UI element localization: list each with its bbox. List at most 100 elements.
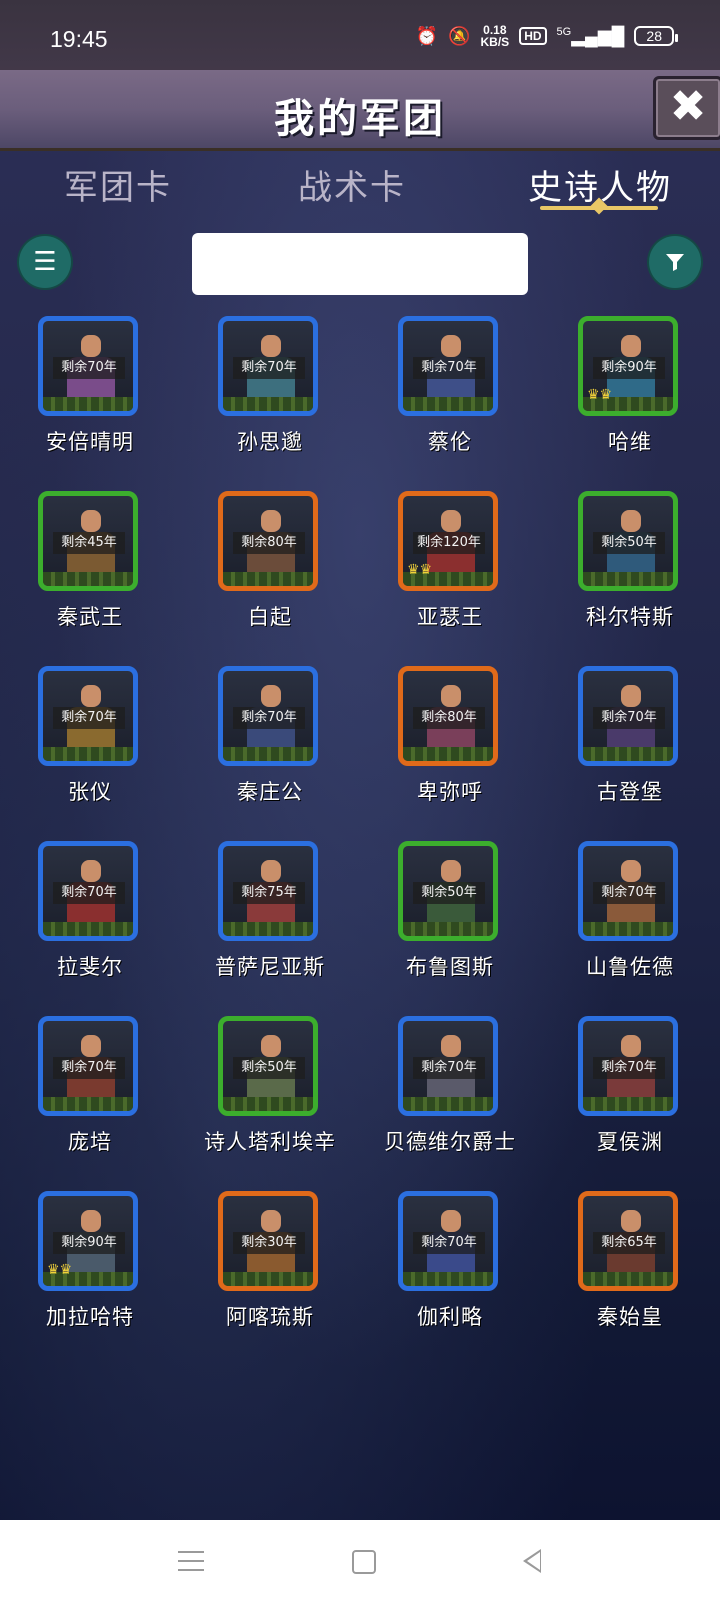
- hero-name: 孙思邈: [237, 430, 303, 454]
- hero-portrait[interactable]: 剩余30年: [218, 1191, 318, 1291]
- hero-name: 科尔特斯: [586, 605, 674, 629]
- hero-card[interactable]: 剩余70年 贝德维尔爵士: [360, 1016, 540, 1166]
- hero-figure-head: [81, 510, 101, 532]
- hero-figure-head: [441, 1035, 461, 1057]
- remaining-years-label: 剩余70年: [413, 1232, 485, 1254]
- hero-card[interactable]: 剩余50年 布鲁图斯: [360, 841, 540, 991]
- hero-card[interactable]: 剩余70年伽利略: [360, 1191, 540, 1341]
- hero-card[interactable]: 剩余70年 山鲁佐德: [540, 841, 720, 991]
- hero-name: 秦庄公: [237, 780, 303, 804]
- hero-card[interactable]: 剩余50年科尔特斯: [540, 491, 720, 641]
- remaining-years-label: 剩余70年: [413, 357, 485, 379]
- hero-portrait[interactable]: 剩余70年: [38, 666, 138, 766]
- hero-portrait[interactable]: 剩余70年: [218, 666, 318, 766]
- search-input[interactable]: [192, 233, 528, 295]
- hero-portrait[interactable]: 剩余70年: [398, 1191, 498, 1291]
- mute-icon: 🔕: [448, 25, 471, 46]
- crown-icon: ♛♛: [587, 387, 613, 403]
- hero-portrait[interactable]: 剩余50年: [398, 841, 498, 941]
- hero-portrait[interactable]: 剩余70年: [578, 666, 678, 766]
- hero-figure-head: [621, 1210, 641, 1232]
- list-icon: ☰: [33, 247, 57, 277]
- hero-card[interactable]: 剩余70年 张仪: [0, 666, 180, 816]
- hero-card[interactable]: 剩余75年 普萨尼亚斯: [180, 841, 360, 991]
- nav-home-icon[interactable]: [352, 1550, 376, 1574]
- hero-figure-head: [81, 860, 101, 882]
- hero-portrait[interactable]: 剩余75年: [218, 841, 318, 941]
- hd-icon: HD: [519, 27, 547, 45]
- hero-portrait[interactable]: 剩余65年: [578, 1191, 678, 1291]
- remaining-years-label: 剩余80年: [233, 532, 305, 554]
- hero-card[interactable]: 剩余70年 庞培: [0, 1016, 180, 1166]
- grass-strip: [403, 1097, 493, 1111]
- filter-button[interactable]: [649, 236, 701, 288]
- hero-card[interactable]: 剩余90年 ♛♛ 加拉哈特: [0, 1191, 180, 1341]
- hero-card[interactable]: 剩余80年 白起: [180, 491, 360, 641]
- hero-card[interactable]: 剩余120年 ♛♛ 亚瑟王: [360, 491, 540, 641]
- hero-figure-head: [261, 510, 281, 532]
- close-button[interactable]: ✖: [653, 76, 720, 140]
- hero-portrait[interactable]: 剩余70年: [218, 316, 318, 416]
- hero-portrait[interactable]: 剩余70年: [398, 1016, 498, 1116]
- hero-portrait[interactable]: 剩余50年: [578, 491, 678, 591]
- remaining-years-label: 剩余90年: [593, 357, 665, 379]
- hero-portrait[interactable]: 剩余70年: [38, 1016, 138, 1116]
- hero-card[interactable]: 剩余70年拉斐尔: [0, 841, 180, 991]
- hero-card[interactable]: 剩余70年 安倍晴明: [0, 316, 180, 466]
- grass-strip: [403, 397, 493, 411]
- hero-card[interactable]: 剩余90年 ♛♛ 哈维: [540, 316, 720, 466]
- hero-card[interactable]: 剩余50年 诗人塔利埃辛: [180, 1016, 360, 1166]
- hero-portrait[interactable]: 剩余80年: [398, 666, 498, 766]
- hero-figure-head: [621, 335, 641, 357]
- hero-portrait[interactable]: 剩余70年: [578, 841, 678, 941]
- hero-name: 秦始皇: [597, 1305, 663, 1329]
- signal-icon: 5G▂▄▆█: [556, 25, 625, 46]
- grass-strip: [583, 1097, 673, 1111]
- hero-card[interactable]: 剩余65年秦始皇: [540, 1191, 720, 1341]
- hero-card[interactable]: 剩余30年 阿喀琉斯: [180, 1191, 360, 1341]
- grass-strip: [223, 397, 313, 411]
- remaining-years-label: 剩余70年: [53, 357, 125, 379]
- remaining-years-label: 剩余30年: [233, 1232, 305, 1254]
- remaining-years-label: 剩余70年: [233, 357, 305, 379]
- hero-card[interactable]: 剩余70年 夏侯渊: [540, 1016, 720, 1166]
- hero-portrait[interactable]: 剩余90年 ♛♛: [38, 1191, 138, 1291]
- tab-tactic-cards[interactable]: 战术卡: [298, 160, 406, 209]
- remaining-years-label: 剩余70年: [53, 707, 125, 729]
- alarm-icon: ⏰: [415, 25, 439, 46]
- grass-strip: [403, 1272, 493, 1286]
- hero-card[interactable]: 剩余70年秦庄公: [180, 666, 360, 816]
- hero-name: 亚瑟王: [417, 605, 483, 629]
- hero-portrait[interactable]: 剩余70年: [578, 1016, 678, 1116]
- hero-figure-head: [81, 1035, 101, 1057]
- nav-back-icon[interactable]: [523, 1549, 541, 1573]
- page-title: 我的军团: [274, 96, 446, 142]
- hero-portrait[interactable]: 剩余80年: [218, 491, 318, 591]
- crown-icon: ♛♛: [407, 562, 433, 578]
- hero-card[interactable]: 剩余70年 古登堡: [540, 666, 720, 816]
- hero-figure-head: [621, 860, 641, 882]
- hero-figure-head: [621, 510, 641, 532]
- hero-card[interactable]: 剩余80年 卑弥呼: [360, 666, 540, 816]
- list-view-button[interactable]: ☰: [19, 236, 71, 288]
- hero-card[interactable]: 剩余70年 蔡伦: [360, 316, 540, 466]
- battery-icon: 28: [634, 26, 678, 46]
- hero-card[interactable]: 剩余70年孙思邈: [180, 316, 360, 466]
- tab-legion-cards[interactable]: 军团卡: [64, 160, 172, 209]
- hero-portrait[interactable]: 剩余70年: [38, 841, 138, 941]
- status-time: 19:45: [50, 26, 108, 52]
- remaining-years-label: 剩余70年: [53, 1057, 125, 1079]
- hero-portrait[interactable]: 剩余120年 ♛♛: [398, 491, 498, 591]
- hero-name: 拉斐尔: [57, 955, 123, 979]
- hero-name: 哈维: [608, 430, 652, 454]
- hero-name: 伽利略: [417, 1305, 483, 1329]
- remaining-years-label: 剩余70年: [413, 1057, 485, 1079]
- hero-portrait[interactable]: 剩余45年: [38, 491, 138, 591]
- hero-portrait[interactable]: 剩余70年: [398, 316, 498, 416]
- hero-portrait[interactable]: 剩余90年 ♛♛: [578, 316, 678, 416]
- grass-strip: [583, 747, 673, 761]
- hero-card[interactable]: 剩余45年 秦武王: [0, 491, 180, 641]
- nav-menu-icon[interactable]: [178, 1551, 204, 1571]
- hero-portrait[interactable]: 剩余70年: [38, 316, 138, 416]
- hero-portrait[interactable]: 剩余50年: [218, 1016, 318, 1116]
